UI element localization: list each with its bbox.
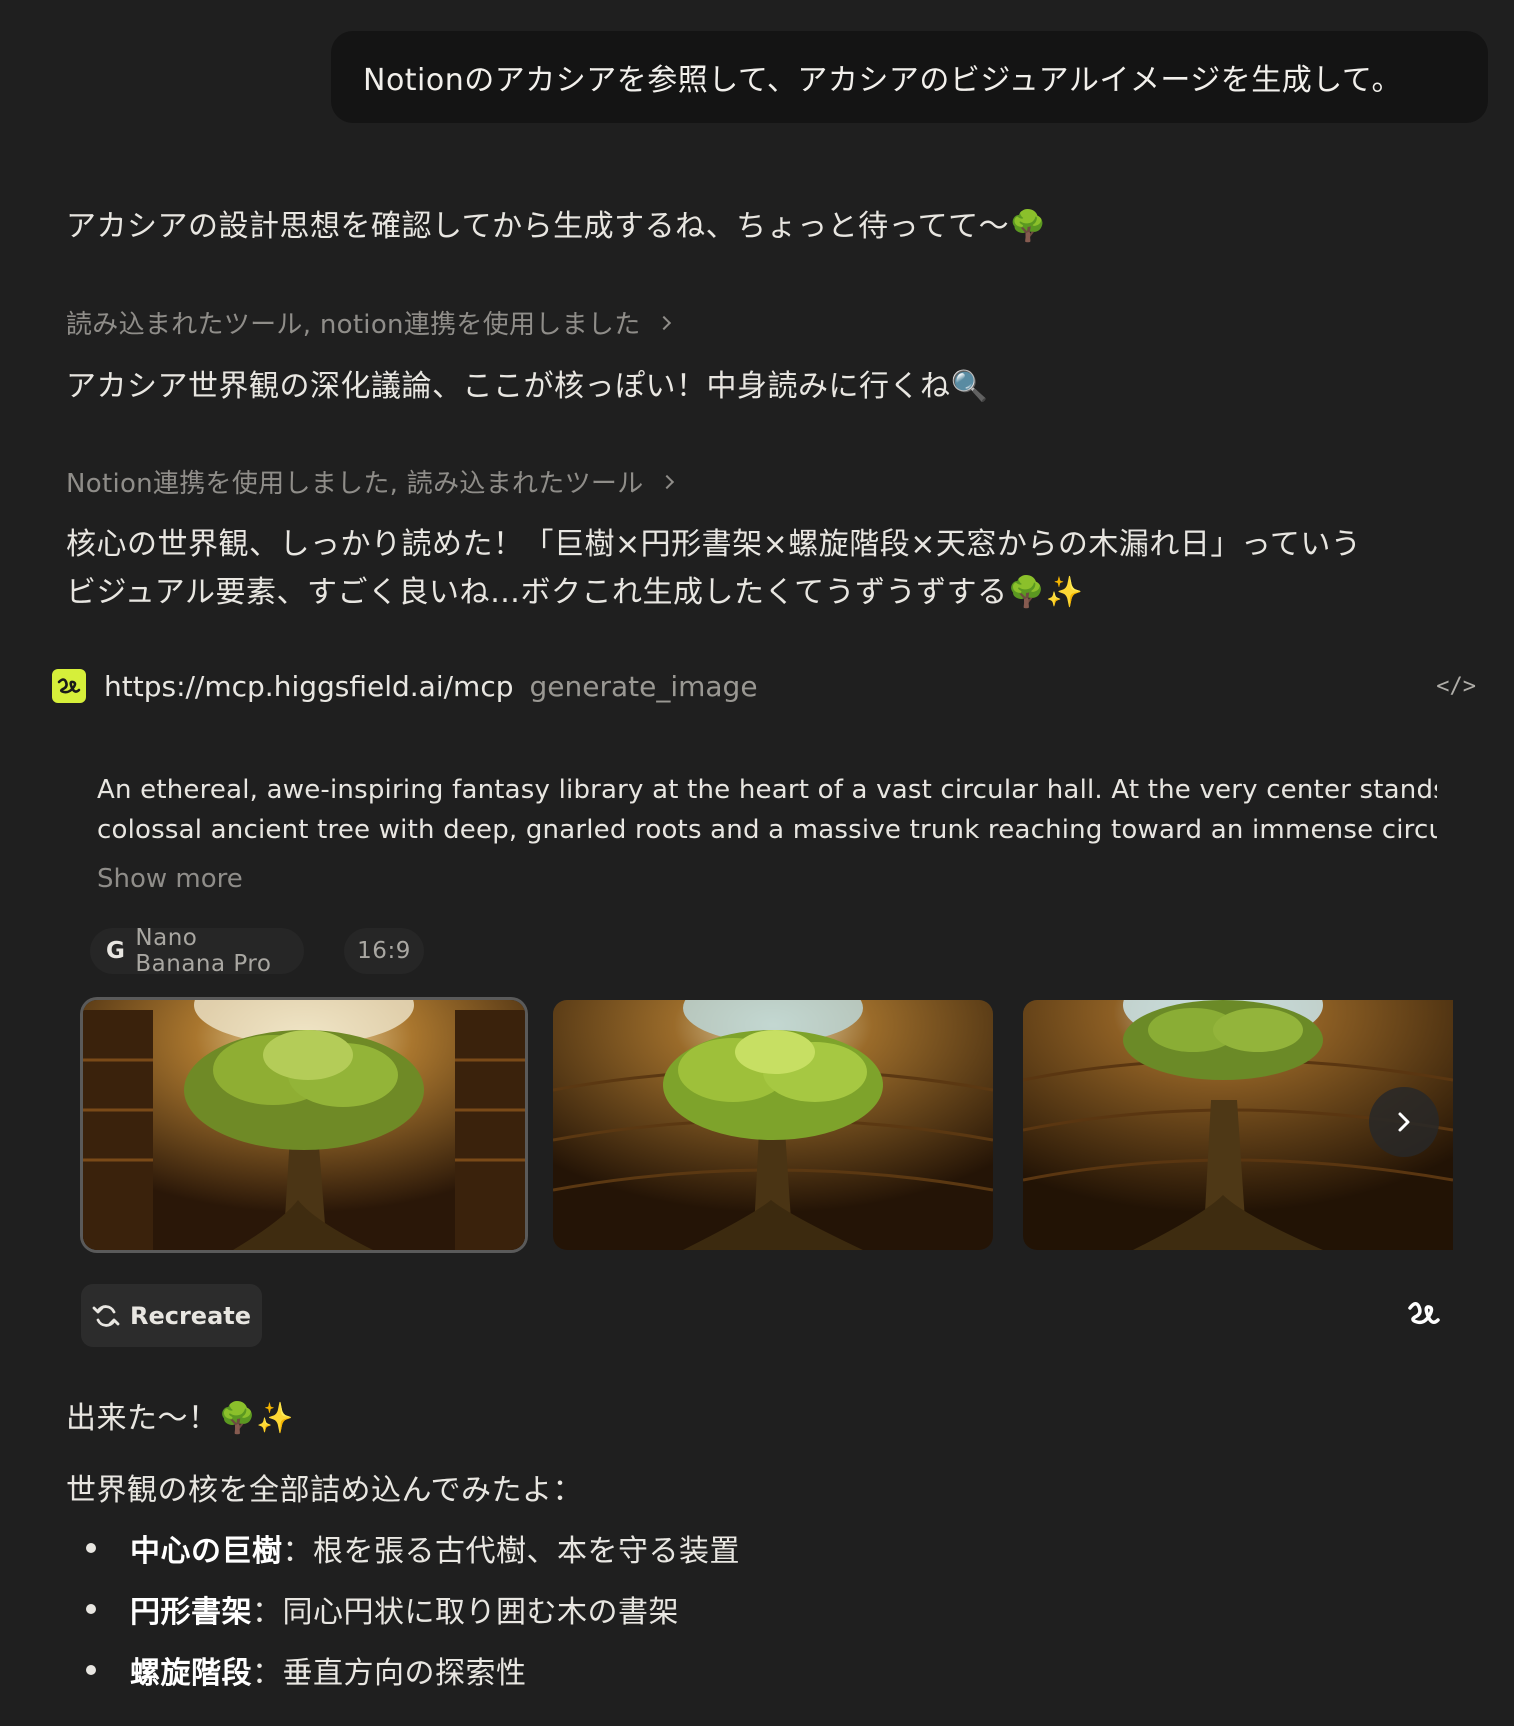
recreate-button[interactable]: Recreate — [81, 1284, 262, 1347]
model-name: Nano Banana Pro — [135, 925, 272, 977]
list-item-desc: ：根を張る古代樹、本を守る装置 — [282, 1533, 740, 1569]
assistant-intro: アカシアの設計思想を確認してから生成するね、ちょっと待ってて〜🌳 — [66, 209, 1047, 244]
tool-step-1-label: 読み込まれたツール, notion連携を使用しました — [66, 310, 641, 340]
aspect-ratio-chip: 16:9 — [344, 928, 424, 974]
list-item: 螺旋階段 ：垂直方向の探索性 — [66, 1639, 740, 1700]
tool-step-2[interactable]: Notion連携を使用しました, 読み込まれたツール — [66, 463, 674, 500]
generation-prompt: An ethereal, awe-inspiring fantasy libra… — [97, 770, 1437, 850]
user-message-bubble: Notionのアカシアを参照して、アカシアのビジュアルイメージを生成して。 — [331, 31, 1488, 123]
code-view-icon[interactable]: </> — [1436, 674, 1476, 699]
chevron-right-icon — [1398, 1112, 1410, 1132]
prompt-line-1: An ethereal, awe-inspiring fantasy libra… — [97, 775, 1437, 805]
assistant-summary-intro: 世界観の核を全部詰め込んでみたよ： — [66, 1473, 583, 1508]
generated-image-1[interactable] — [83, 1000, 525, 1250]
aspect-ratio-label: 16:9 — [357, 938, 411, 964]
prompt-line-2: colossal ancient tree with deep, gnarled… — [97, 815, 1437, 845]
chevron-right-icon — [656, 315, 671, 330]
carousel-next-button[interactable] — [1369, 1087, 1439, 1157]
assistant-para-3: 核心の世界観、しっかり読めた！「巨樹×円形書架×螺旋階段×天窓からの木漏れ日」っ… — [66, 521, 1361, 617]
higgsfield-logo-icon — [52, 669, 86, 703]
bullet-dot — [86, 1542, 96, 1553]
assistant-para-3-line-1: 核心の世界観、しっかり読めた！「巨樹×円形書架×螺旋階段×天窓からの木漏れ日」っ… — [66, 527, 1362, 562]
list-item: 中心の巨樹 ：根を張る古代樹、本を守る装置 — [66, 1517, 740, 1578]
list-item-desc: ：垂直方向の探索性 — [252, 1655, 527, 1691]
assistant-done: 出来た〜！🌳✨ — [66, 1401, 295, 1436]
higgsfield-squiggle-icon[interactable] — [1406, 1298, 1442, 1334]
summary-list: 中心の巨樹 ：根を張る古代樹、本を守る装置 円形書架 ：同心円状に取り囲む木の書… — [66, 1517, 740, 1700]
chevron-right-icon — [659, 474, 674, 489]
show-more-link[interactable]: Show more — [97, 864, 243, 894]
tool-step-1[interactable]: 読み込まれたツール, notion連携を使用しました — [66, 304, 671, 341]
list-item-term: 円形書架 — [130, 1594, 252, 1630]
model-chip: G Nano Banana Pro — [90, 925, 304, 977]
recreate-label: Recreate — [129, 1301, 252, 1330]
chat-page: Notionのアカシアを参照して、アカシアのビジュアルイメージを生成して。 アカ… — [0, 0, 1514, 1726]
user-message-text: Notionのアカシアを参照して、アカシアのビジュアルイメージを生成して。 — [363, 63, 1402, 98]
bullet-dot — [86, 1664, 96, 1675]
tool-step-2-label: Notion連携を使用しました, 読み込まれたツール — [66, 469, 644, 499]
list-item-term: 中心の巨樹 — [130, 1533, 283, 1569]
assistant-para-3-line-2: ビジュアル要素、すごく良いね…ボクこれ生成したくてうずうずする🌳✨ — [66, 575, 1084, 610]
list-item-desc: ：同心円状に取り囲む木の書架 — [252, 1594, 679, 1630]
generated-image-2[interactable] — [553, 1000, 993, 1250]
google-g-icon: G — [106, 938, 126, 964]
bullet-dot — [86, 1603, 96, 1614]
assistant-para-2: アカシア世界観の深化議論、ここが核っぽい！中身読みに行くね🔍 — [66, 369, 989, 404]
mcp-server-url: https://mcp.higgsfield.ai/mcp — [104, 669, 514, 703]
list-item-term: 螺旋階段 — [130, 1655, 252, 1691]
list-item: 円形書架 ：同心円状に取り囲む木の書架 — [66, 1578, 740, 1639]
mcp-tool-header: https://mcp.higgsfield.ai/mcp generate_i… — [52, 664, 1476, 708]
mcp-function-name: generate_image — [529, 669, 758, 703]
refresh-icon — [92, 1304, 120, 1327]
